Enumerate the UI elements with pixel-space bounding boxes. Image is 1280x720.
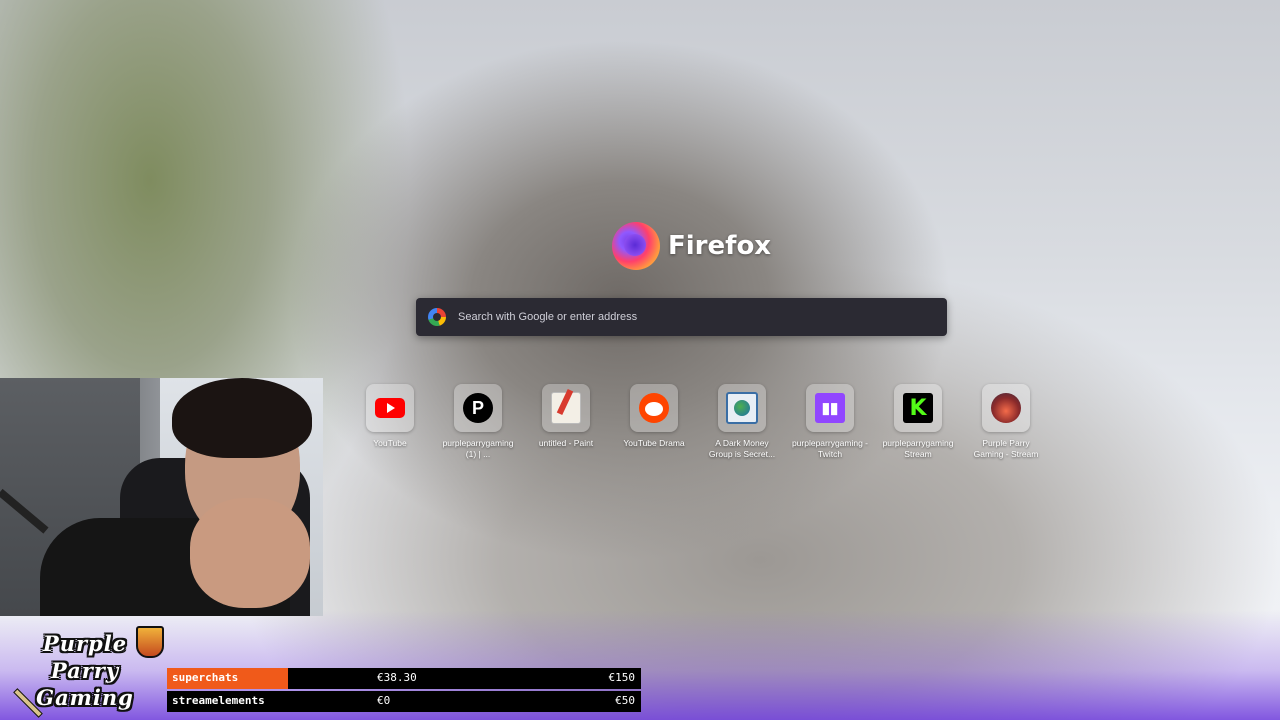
top-sites: YouTube P purpleparrygaming (1) | ... un… <box>346 384 1050 460</box>
google-g-icon <box>428 308 446 326</box>
top-site-label: Purple Parry Gaming - Stream <box>973 438 1039 459</box>
top-site-twitch[interactable]: ▮▮ purpleparrygaming - Twitch <box>786 384 874 460</box>
goal-superchats: superchats €38.30 €150 <box>167 668 641 689</box>
top-site-label: YouTube <box>373 438 407 448</box>
goal-current: €38.30 <box>377 671 417 684</box>
youtube-icon <box>375 398 405 418</box>
twitch-icon: ▮▮ <box>815 393 845 423</box>
top-site-youtube[interactable]: YouTube <box>346 384 434 460</box>
firefox-logo-icon <box>612 222 660 270</box>
web-page-icon <box>726 392 758 424</box>
patreon-icon: P <box>463 393 493 423</box>
brand-name: Firefox <box>668 231 772 261</box>
top-site-label: A Dark Money Group is Secret... <box>708 438 776 459</box>
goal-label: superchats <box>172 671 239 684</box>
reddit-icon <box>639 393 669 423</box>
goal-target: €50 <box>615 694 635 707</box>
purple-parry-icon <box>991 393 1021 423</box>
top-site-label: purpleparrygaming - Twitch <box>791 438 869 459</box>
shield-icon <box>136 626 164 658</box>
stream-logo: Purple Parry Gaming <box>4 624 166 718</box>
logo-line: Parry <box>50 657 120 683</box>
goal-current: €0 <box>377 694 391 707</box>
logo-line: Gaming <box>36 684 134 710</box>
goal-label: streamelements <box>172 694 265 707</box>
goal-streamelements: streamelements €0 €50 <box>167 691 641 712</box>
top-site-paint[interactable]: untitled - Paint <box>522 384 610 460</box>
donation-goals: superchats €38.30 €150 streamelements €0… <box>167 668 641 714</box>
top-site-label: YouTube Drama <box>623 438 685 448</box>
logo-line: Purple <box>42 630 128 656</box>
search-bar[interactable] <box>416 298 947 336</box>
webcam-overlay <box>0 378 323 616</box>
goal-target: €150 <box>608 671 636 684</box>
top-site-patreon[interactable]: P purpleparrygaming (1) | ... <box>434 384 522 460</box>
top-site-dark-money[interactable]: A Dark Money Group is Secret... <box>698 384 786 460</box>
search-input[interactable] <box>456 310 930 324</box>
kick-icon: K <box>903 393 933 423</box>
top-site-label: purpleparrygaming Stream <box>882 438 954 459</box>
paint-icon <box>551 392 581 424</box>
top-site-purple-parry[interactable]: Purple Parry Gaming - Stream <box>962 384 1050 460</box>
firefox-brand: Firefox <box>612 222 771 270</box>
top-site-label: untitled - Paint <box>538 438 594 448</box>
top-site-kick[interactable]: K purpleparrygaming Stream <box>874 384 962 460</box>
top-site-label: purpleparrygaming (1) | ... <box>442 438 514 459</box>
top-site-youtube-drama[interactable]: YouTube Drama <box>610 384 698 460</box>
